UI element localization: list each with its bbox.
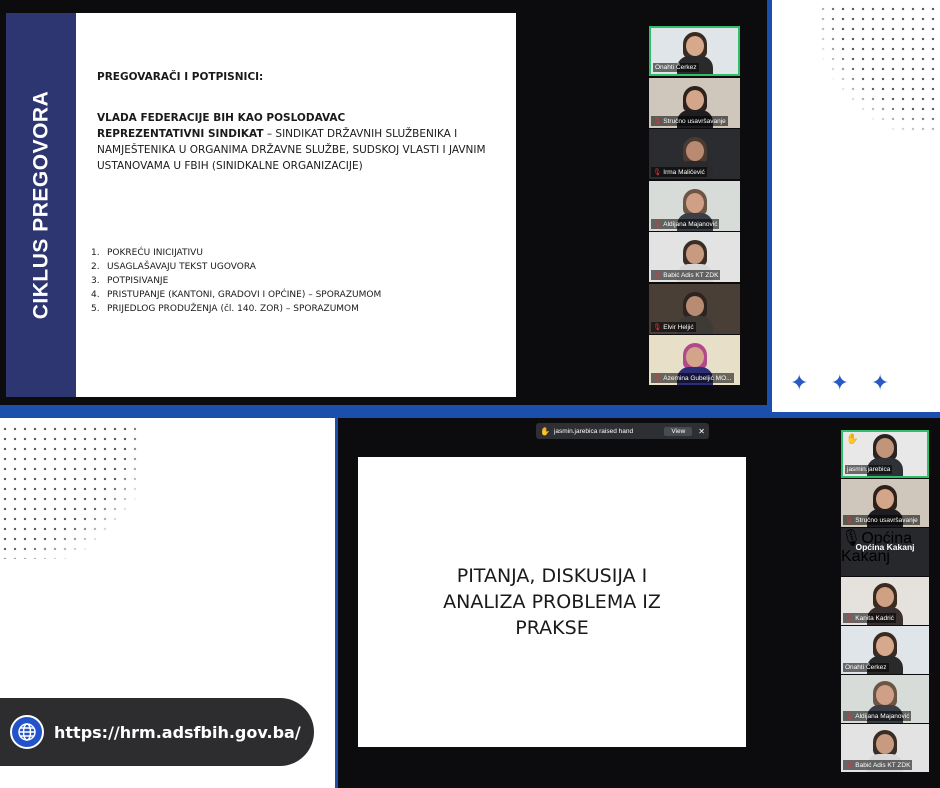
step-number: 2. — [91, 262, 100, 272]
muted-mic-icon: 🎙 — [845, 517, 854, 524]
participant-name-text: Onahti Čerkez — [655, 64, 697, 71]
slide-step-item: 5. PRIJEDLOG PRODUŽENJA (čl. 140. ZOR) – … — [91, 302, 381, 316]
shared-slide-ciklus-pregovora: CIKLUS PREGOVORA PREGOVARAČI I POTPISNIC… — [6, 13, 516, 397]
step-text: PRISTUPANJE (KANTONI, GRADOVI I OPĆINE) … — [107, 290, 382, 300]
slide-title-text: PITANJA, DISKUSIJA I ANALIZA PROBLEMA IZ… — [443, 565, 661, 639]
participant-name-text: Babić Adis KT ZDK — [855, 762, 911, 769]
slide-content: PREGOVARAČI I POTPISNICI: VLADA FEDERACI… — [97, 71, 497, 174]
step-number: 1. — [91, 248, 100, 258]
participant-name-text: Kanita Kadrić — [855, 615, 894, 622]
slide-step-item: 2. USAGLAŠAVAJU TEKST UGOVORA — [91, 260, 381, 274]
participant-name: Onahti Čerkez — [843, 663, 889, 672]
participant-tile[interactable]: Onahti Čerkez — [841, 626, 929, 674]
participant-name: 🎙 Aldijana Majanović — [651, 218, 720, 229]
slide-title: PITANJA, DISKUSIJA I ANALIZA PROBLEMA IZ… — [432, 563, 672, 641]
shared-slide-questions: PITANJA, DISKUSIJA I ANALIZA PROBLEMA IZ… — [358, 457, 746, 747]
participant-name-text: Aldijana Majanović — [855, 713, 910, 720]
collage-canvas: CIKLUS PREGOVORA PREGOVARAČI I POTPISNIC… — [0, 0, 940, 788]
participant-tile[interactable]: 🎙 Aldijana Majanović — [841, 675, 929, 723]
globe-icon — [10, 715, 44, 749]
participant-name-text: Stručno usavršavanje — [663, 117, 726, 125]
participant-name-text: Azemina Gubeljić MO... — [663, 375, 732, 382]
participant-display-name: Općina Kakanj — [855, 542, 915, 552]
muted-mic-icon: 🎙 — [653, 272, 662, 279]
sparkle-icon: ✦ — [790, 370, 831, 395]
bottom-meeting-window: ✋ jasmin.jarebica raised hand View ✕ PIT… — [335, 418, 940, 788]
participant-tile[interactable]: 🎙 Elvir Heljić — [649, 283, 740, 334]
sparkle-icon: ✦ — [830, 370, 871, 395]
participant-name-text: jasmin.jarebica — [847, 466, 891, 473]
slide-steps-list: 1. POKREĆU INICIJATIVU 2. USAGLAŠAVAJU TEKS… — [91, 246, 381, 316]
top-participant-gallery: Onahti Čerkez 🎙 Stručno usavršavanje 🎙 Irma … — [649, 26, 742, 387]
participant-tile[interactable]: 🎙 Kanita Kadrić — [841, 577, 929, 625]
muted-mic-icon: 🎙 — [653, 323, 662, 331]
participant-tile[interactable]: 🎙 Aldijana Majanović — [649, 180, 740, 231]
participant-tile[interactable]: Općina Kakanj 🎙Općina Kakanj — [841, 528, 929, 576]
raised-hand-icon: ✋ — [846, 434, 859, 445]
slide-side-band: CIKLUS PREGOVORA — [6, 13, 76, 397]
step-text: PRIJEDLOG PRODUŽENJA (čl. 140. ZOR) – SP… — [107, 304, 359, 314]
participant-name: jasmin.jarebica — [845, 465, 893, 474]
participant-tile[interactable]: 🎙 Stručno usavršavanje — [841, 479, 929, 527]
slide-union-paragraph: REPREZENTATIVNI SINDIKAT – SINDIKAT DRŽA… — [97, 126, 497, 174]
bottom-participant-gallery: ✋ jasmin.jarebica 🎙 Stručno usavršavanje Opć… — [841, 430, 930, 773]
participant-name: 🎙 Azemina Gubeljić MO... — [651, 373, 734, 383]
participant-name: 🎙 Stručno usavršavanje — [651, 115, 728, 126]
view-button[interactable]: View — [664, 426, 693, 436]
muted-mic-icon: 🎙 — [653, 220, 662, 228]
muted-mic-icon: 🎙 — [845, 713, 854, 720]
participant-name: 🎙 Kanita Kadrić — [843, 613, 896, 623]
slide-step-item: 4. PRISTUPANJE (KANTONI, GRADOVI I OPĆINE… — [91, 288, 381, 302]
dot-pattern-top-right — [818, 4, 938, 134]
slide-union-bold: REPREZENTATIVNI SINDIKAT — [97, 128, 264, 140]
raised-hand-icon: ✋ — [540, 426, 550, 436]
participant-tile[interactable]: 🎙 Babić Adis KT ZDK — [841, 724, 929, 772]
participant-tile[interactable]: 🎙 Azemina Gubeljić MO... — [649, 335, 740, 385]
participant-name: 🎙 Irma Maličević — [651, 167, 707, 177]
participant-name-text: Aldijana Majanović — [663, 220, 718, 228]
muted-mic-icon: 🎙 — [845, 615, 854, 622]
top-meeting-window: CIKLUS PREGOVORA PREGOVARAČI I POTPISNIC… — [0, 0, 772, 412]
step-number: 3. — [91, 276, 100, 286]
step-text: POKREĆU INICIJATIVU — [107, 248, 203, 258]
participant-name: 🎙 Stručno usavršavanje — [843, 515, 920, 525]
muted-mic-icon: 🎙 — [845, 762, 854, 769]
step-text: POTPISIVANJE — [107, 276, 169, 286]
slide-employer-line: VLADA FEDERACIJE BIH KAO POSLODAVAC — [97, 112, 346, 124]
muted-mic-icon: 🎙 — [653, 375, 662, 382]
dot-pattern-bottom-left — [0, 424, 140, 559]
step-number: 4. — [91, 290, 100, 300]
participant-name: 🎙 Elvir Heljić — [651, 321, 696, 332]
muted-mic-icon: 🎙 — [653, 117, 662, 125]
website-url-pill[interactable]: https://hrm.adsfbih.gov.ba/ — [0, 698, 314, 766]
close-icon[interactable]: ✕ — [698, 427, 705, 436]
slide-heading: PREGOVARAČI I POTPISNICI: — [97, 71, 264, 83]
sparkle-icons: ✦✦✦ — [790, 370, 911, 396]
step-text: USAGLAŠAVAJU TEKST UGOVORA — [107, 262, 256, 272]
participant-name: 🎙 Babić Adis KT ZDK — [843, 760, 913, 770]
step-number: 5. — [91, 304, 100, 314]
participant-name-text: Elvir Heljić — [663, 323, 694, 331]
participant-name-text: Irma Maličević — [663, 169, 705, 176]
muted-mic-icon: 🎙 — [653, 169, 662, 176]
raised-hand-notification: ✋ jasmin.jarebica raised hand View ✕ — [536, 423, 709, 439]
participant-tile[interactable]: Onahti Čerkez — [649, 26, 740, 76]
participant-name: 🎙 Aldijana Majanović — [843, 711, 912, 721]
slide-step-item: 1. POKREĆU INICIJATIVU — [91, 246, 381, 260]
participant-tile[interactable]: 🎙 Irma Maličević — [649, 129, 740, 179]
sparkle-icon: ✦ — [870, 370, 912, 395]
participant-name: Onahti Čerkez — [653, 63, 699, 72]
participant-name: 🎙 Babić Adis KT ZDK — [651, 270, 721, 280]
participant-name-text: Stručno usavršavanje — [855, 517, 918, 524]
notification-text: jasmin.jarebica raised hand — [553, 427, 634, 435]
website-url-link[interactable]: https://hrm.adsfbih.gov.ba/ — [54, 723, 301, 742]
participant-name-text: Onahti Čerkez — [845, 664, 887, 671]
participant-tile[interactable]: 🎙 Babić Adis KT ZDK — [649, 232, 740, 282]
participant-tile[interactable]: ✋ jasmin.jarebica — [841, 430, 929, 478]
slide-step-item: 3. POTPISIVANJE — [91, 274, 381, 288]
participant-name-text: Babić Adis KT ZDK — [663, 272, 719, 279]
slide-band-title: CIKLUS PREGOVORA — [29, 90, 52, 320]
participant-tile[interactable]: 🎙 Stručno usavršavanje — [649, 77, 740, 128]
